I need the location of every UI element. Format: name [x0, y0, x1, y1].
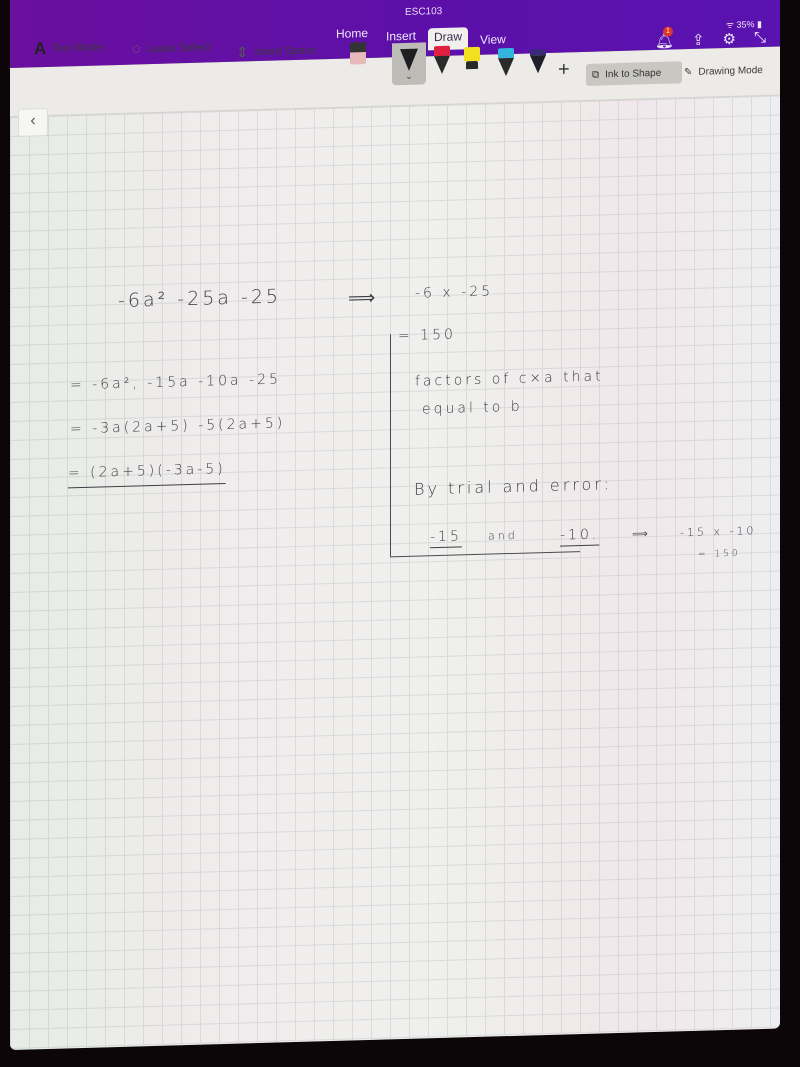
- ink-step-3-answer: = (2a+5)(-3a-5): [68, 460, 226, 482]
- document-title: ESC103: [405, 5, 443, 18]
- bracket-vertical-line: [390, 334, 391, 557]
- tab-view[interactable]: View: [480, 32, 506, 47]
- ink-check: -15 x -10: [680, 524, 757, 540]
- ink-check-result: = 150: [698, 548, 741, 560]
- ink-to-shape-icon: ⧉: [592, 69, 600, 81]
- wifi-icon: ᯤ: [725, 19, 734, 31]
- lasso-icon: ◌: [132, 40, 141, 58]
- ink-and: and: [488, 528, 518, 543]
- chevron-down-icon[interactable]: ⌄: [392, 70, 426, 82]
- text-mode-button[interactable]: A Text Mode: [34, 37, 103, 59]
- note-canvas[interactable]: ‹ -6a² -25a -25 ⟹ -6 x -25 = 150 = -6a²,…: [10, 95, 780, 1051]
- chevron-left-icon: ‹: [30, 112, 36, 130]
- ink-step-2: = -3a(2a+5) -5(2a+5): [70, 415, 286, 438]
- insert-space-icon: ⇕: [236, 44, 249, 62]
- ink-explain-line-1: factors of c×a that: [415, 368, 604, 390]
- text-mode-icon: A: [34, 38, 47, 59]
- ink-factor-2: -10.: [560, 526, 600, 544]
- add-pen-button[interactable]: +: [558, 58, 570, 81]
- red-pen-tool[interactable]: [434, 45, 450, 76]
- ink-arrow-1: ⟹: [348, 286, 379, 310]
- ink-arrow-2: ⟹: [632, 527, 651, 541]
- gear-icon[interactable]: ⚙: [723, 30, 736, 48]
- battery-icon: ▮: [757, 18, 762, 30]
- ink-problem: -6a² -25a -25: [118, 285, 281, 312]
- ink-factor-1: -15: [430, 528, 462, 546]
- purple-pen-tool[interactable]: [530, 49, 546, 79]
- black-pen-selected[interactable]: ⌄: [392, 42, 426, 86]
- lasso-select-button[interactable]: ◌ Lasso Select: [132, 38, 210, 57]
- ink-trial-heading: By trial and error:: [414, 474, 612, 499]
- tab-insert[interactable]: Insert: [386, 29, 416, 44]
- share-icon[interactable]: ⇪: [692, 31, 705, 49]
- ink-product-result: = 150: [398, 326, 456, 345]
- collapse-icon[interactable]: ⤡: [754, 29, 766, 47]
- tablet-screen: ESC103 Home Insert Draw View ᯤ 35% ▮ 🔔︎ …: [10, 0, 780, 1051]
- ink-product: -6 x -25: [415, 283, 494, 302]
- bracket-horizontal-line: [390, 551, 580, 558]
- drawing-mode-button[interactable]: ✎ Drawing Mode: [684, 65, 763, 78]
- ink-explain-line-2: equal to b: [422, 398, 523, 418]
- battery-level: 35%: [736, 19, 755, 30]
- notifications-button[interactable]: 🔔︎ 1: [655, 26, 674, 50]
- eraser-tool[interactable]: [350, 42, 366, 72]
- drawing-mode-icon: ✎: [684, 66, 693, 79]
- yellow-highlighter-tool[interactable]: [464, 46, 480, 77]
- ink-step-1: = -6a², -15a -10a -25: [70, 371, 281, 394]
- blue-pen-tool[interactable]: [498, 47, 514, 78]
- tab-home[interactable]: Home: [336, 26, 368, 41]
- insert-space-button[interactable]: ⇕ Insert Space: [236, 41, 316, 61]
- back-button[interactable]: ‹: [18, 107, 48, 137]
- ink-to-shape-button[interactable]: ⧉ Ink to Shape: [586, 61, 682, 86]
